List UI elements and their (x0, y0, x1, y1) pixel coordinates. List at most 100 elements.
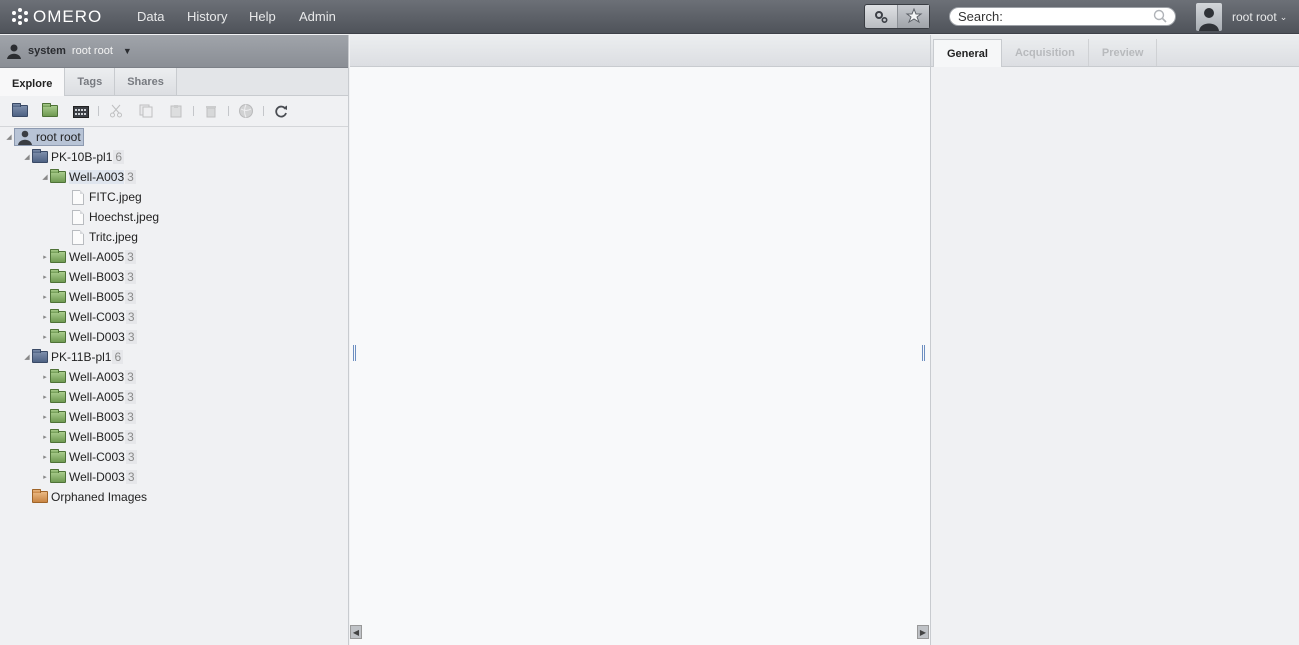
plate-label: PK-11B-pl1 (51, 350, 112, 364)
child-count: 3 (125, 250, 136, 264)
data-tree: ◢ root root ◢ PK-10B-pl1 6 ◢ Well-A003 3… (0, 127, 348, 645)
tree-node-image[interactable]: Hoechst.jpeg (72, 207, 159, 227)
tree-node-image[interactable]: Tritc.jpeg (72, 227, 138, 247)
tree-node-well[interactable]: ▸ Well-B003 3 (40, 407, 136, 427)
plate-icon (32, 349, 48, 363)
tree-node-well[interactable]: ▸ Well-A003 3 (40, 367, 136, 387)
logo-text: OMERO (33, 7, 103, 26)
search-icon[interactable] (1153, 9, 1167, 23)
well-label: Well-D003 (69, 470, 125, 484)
tab-explore[interactable]: Explore (0, 68, 66, 96)
well-label: Well-D003 (69, 330, 125, 344)
nav-admin[interactable]: Admin (299, 9, 336, 24)
tree-node-well[interactable]: ▸ Well-B003 3 (40, 267, 136, 287)
expand-arrow-icon[interactable]: ▸ (40, 433, 50, 441)
tree-node-well[interactable]: ▸ Well-B005 3 (40, 287, 136, 307)
expand-arrow-icon[interactable]: ▸ (40, 453, 50, 461)
tab-preview[interactable]: Preview (1089, 39, 1158, 66)
expand-arrow-icon[interactable]: ▸ (40, 373, 50, 381)
search-box[interactable] (949, 7, 1176, 26)
tab-acquisition[interactable]: Acquisition (1002, 39, 1089, 66)
tree-node-well[interactable]: ◢ Well-A003 3 (40, 167, 136, 187)
tree-toolbar (0, 96, 348, 127)
caret-down-icon[interactable]: ▼ (123, 46, 132, 56)
well-icon (50, 429, 66, 443)
gears-icon (875, 10, 888, 23)
scripts-stars-icon (905, 7, 922, 23)
child-count: 6 (112, 350, 124, 364)
tree-node-well[interactable]: ▸ Well-D003 3 (40, 467, 137, 487)
user-menu[interactable]: root root ⌄ (1196, 3, 1287, 31)
tab-general[interactable]: General (933, 39, 1002, 67)
collapse-right-button[interactable]: ▶ (917, 625, 929, 639)
collapse-arrow-icon[interactable]: ◢ (40, 173, 50, 181)
expand-arrow-icon[interactable]: ▸ (40, 293, 50, 301)
right-splitter-handle[interactable] (922, 345, 925, 361)
image-file-icon (72, 209, 84, 225)
tree-node-well[interactable]: ▸ Well-C003 3 (40, 307, 137, 327)
well-icon (50, 449, 66, 463)
current-user-name: root root (71, 45, 113, 57)
tree-node-well[interactable]: ▸ Well-C003 3 (40, 447, 137, 467)
share-button[interactable] (231, 100, 261, 122)
nav-history[interactable]: History (187, 9, 227, 24)
collapse-arrow-icon[interactable]: ◢ (4, 133, 14, 141)
avatar-icon (1196, 3, 1222, 31)
new-screen-button[interactable] (66, 100, 96, 122)
tree-node-orphaned[interactable]: Orphaned Images (32, 487, 147, 507)
image-label: Hoechst.jpeg (89, 210, 160, 224)
search-input[interactable] (958, 8, 1148, 25)
tree-node-well[interactable]: ▸ Well-D003 3 (40, 327, 137, 347)
left-tabs: Explore Tags Shares (0, 68, 348, 96)
trash-icon (206, 106, 216, 118)
well-icon (50, 369, 66, 383)
expand-arrow-icon[interactable]: ▸ (40, 273, 50, 281)
image-label: Tritc.jpeg (89, 230, 138, 244)
new-project-button[interactable] (6, 100, 36, 122)
left-splitter-handle[interactable] (353, 345, 356, 361)
orphaned-folder-icon (32, 489, 48, 503)
expand-arrow-icon[interactable]: ▸ (40, 333, 50, 341)
group-user-switcher[interactable]: system root root ▼ (0, 35, 348, 68)
copy-button[interactable] (131, 100, 161, 122)
delete-button[interactable] (196, 100, 226, 122)
expand-arrow-icon[interactable]: ▸ (40, 393, 50, 401)
tree-node-image[interactable]: FITC.jpeg (72, 187, 142, 207)
activities-button[interactable] (865, 5, 897, 28)
nav-data[interactable]: Data (137, 9, 164, 24)
tree-node-plate[interactable]: ◢ PK-11B-pl1 6 (22, 347, 124, 367)
center-panel: ◀ ▶ (350, 35, 930, 645)
new-screen-icon (73, 105, 89, 118)
expand-arrow-icon[interactable]: ▸ (40, 413, 50, 421)
user-icon (7, 44, 21, 59)
scripts-button[interactable] (897, 5, 929, 28)
collapse-arrow-icon[interactable]: ◢ (22, 153, 32, 161)
tree-node-well[interactable]: ▸ Well-A005 3 (40, 247, 136, 267)
well-label: Well-B005 (69, 430, 125, 444)
refresh-icon (275, 105, 287, 118)
tree-node-well[interactable]: ▸ Well-A005 3 (40, 387, 136, 407)
tree-node-well[interactable]: ▸ Well-B005 3 (40, 427, 136, 447)
tab-shares[interactable]: Shares (115, 68, 177, 95)
scissors-icon (110, 104, 122, 118)
well-label: Well-A005 (69, 250, 125, 264)
collapse-left-button[interactable]: ◀ (350, 625, 362, 639)
tab-tags[interactable]: Tags (65, 68, 116, 95)
expand-arrow-icon[interactable]: ▸ (40, 313, 50, 321)
arrow-right-icon: ▶ (919, 627, 927, 637)
toolbar-separator (98, 106, 99, 116)
new-dataset-button[interactable] (36, 100, 66, 122)
cut-button[interactable] (101, 100, 131, 122)
tree-node-plate[interactable]: ◢ PK-10B-pl1 6 (22, 147, 125, 167)
tree-node-root[interactable]: ◢ root root (4, 127, 84, 147)
omero-logo[interactable]: OMERO (10, 7, 102, 27)
nav-help[interactable]: Help (249, 9, 276, 24)
expand-arrow-icon[interactable]: ▸ (40, 473, 50, 481)
well-icon (50, 309, 66, 323)
collapse-arrow-icon[interactable]: ◢ (22, 353, 32, 361)
refresh-button[interactable] (266, 100, 296, 122)
expand-arrow-icon[interactable]: ▸ (40, 253, 50, 261)
paste-button[interactable] (161, 100, 191, 122)
copy-icon (139, 104, 153, 118)
arrow-left-icon: ◀ (352, 627, 360, 637)
